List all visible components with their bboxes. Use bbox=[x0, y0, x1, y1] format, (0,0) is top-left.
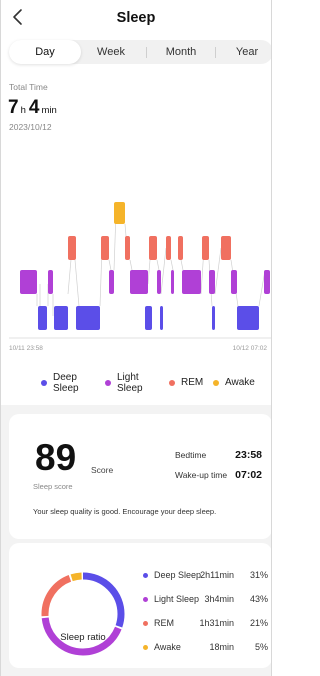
light-sleep-segment bbox=[48, 270, 53, 294]
sleep-screen: Sleep Day Week Month Year Total Time 7h4… bbox=[0, 0, 272, 676]
ratio-row-light-sleep: Light Sleep 3h4min 43% bbox=[143, 594, 268, 606]
ratio-percent: 43% bbox=[249, 594, 268, 604]
ratio-percent: 21% bbox=[249, 618, 268, 628]
wakeup-value: 07:02 bbox=[235, 469, 262, 481]
ratio-name: Deep Sleep bbox=[154, 570, 202, 580]
legend-rem: REM bbox=[169, 377, 203, 388]
awake-dot bbox=[143, 645, 148, 650]
stage-connectors bbox=[36, 211, 266, 316]
total-hours: 7 bbox=[8, 97, 19, 118]
sleep-score-caption: Sleep score bbox=[33, 482, 73, 491]
deep-sleep-segment bbox=[237, 306, 259, 330]
light-sleep-segment bbox=[157, 270, 161, 294]
sleep-quality-message: Your sleep quality is good. Encourage yo… bbox=[33, 507, 217, 516]
sleep-date: 2023/10/12 bbox=[9, 122, 52, 132]
connector-line bbox=[74, 259, 80, 307]
rem-segment bbox=[221, 236, 231, 260]
tab-day[interactable]: Day bbox=[9, 40, 81, 64]
light-sleep-segment bbox=[209, 270, 215, 294]
ratio-percent: 5% bbox=[254, 642, 268, 652]
total-time-value: 7 h 4 min bbox=[8, 97, 60, 119]
top-bar: Sleep bbox=[1, 0, 271, 36]
light-sleep-segment bbox=[231, 270, 237, 294]
deep-sleep-segment bbox=[38, 306, 47, 330]
timeline-end-label: 10/12 07:02 bbox=[232, 345, 267, 352]
ratio-name: Light Sleep bbox=[154, 594, 200, 604]
legend-label: Deep Sleep bbox=[53, 372, 79, 394]
rem-segment bbox=[178, 236, 183, 260]
legend-awake: Awake bbox=[213, 377, 255, 388]
rem-segment bbox=[125, 236, 130, 260]
ratio-row-awake: Awake 18min 5% bbox=[143, 642, 268, 654]
stage-legend: Deep Sleep Light Sleep REM Awake bbox=[1, 368, 271, 398]
connector-line bbox=[129, 259, 133, 271]
connector-line bbox=[160, 247, 167, 295]
total-time-label: Total Time bbox=[9, 82, 48, 92]
deep-sleep-segment bbox=[212, 306, 215, 330]
details-background: 89 Score Sleep score Bedtime 23:58 Wake-… bbox=[1, 405, 271, 676]
legend-light-sleep: Light Sleep bbox=[105, 372, 151, 394]
light-sleep-dot bbox=[143, 597, 148, 602]
sleep-score-card: 89 Score Sleep score Bedtime 23:58 Wake-… bbox=[9, 414, 271, 539]
ratio-row-deep-sleep: Deep Sleep 2h11min 31% bbox=[143, 570, 268, 582]
timeline-start-label: 10/11 23:58 bbox=[9, 345, 43, 352]
connector-line bbox=[170, 259, 174, 271]
ratio-duration: 1h31min bbox=[199, 618, 234, 628]
rem-segment bbox=[166, 236, 171, 260]
light-sleep-segment bbox=[20, 270, 37, 294]
hours-unit: h bbox=[20, 105, 26, 116]
sleep-score-value: 89 bbox=[35, 437, 77, 478]
deep-sleep-segment bbox=[76, 306, 100, 330]
page-title: Sleep bbox=[116, 10, 156, 26]
sleep-ratio-title: Sleep ratio bbox=[60, 632, 106, 643]
ratio-duration: 3h4min bbox=[204, 594, 234, 604]
rem-segment bbox=[202, 236, 209, 260]
deep-sleep-segment bbox=[145, 306, 152, 330]
light-sleep-segment bbox=[264, 270, 270, 294]
ratio-name: Awake bbox=[154, 642, 181, 652]
light-sleep-segment bbox=[171, 270, 174, 294]
score-unit-label: Score bbox=[91, 465, 114, 475]
tab-year[interactable]: Year bbox=[211, 40, 271, 64]
deep-sleep-dot bbox=[41, 380, 47, 386]
light-sleep-segment bbox=[109, 270, 114, 294]
ratio-name: REM bbox=[154, 618, 174, 628]
awake-segment bbox=[114, 202, 125, 224]
connector-line bbox=[108, 259, 112, 271]
minutes-unit: min bbox=[41, 105, 57, 116]
sleep-ratio-donut bbox=[41, 572, 125, 656]
light-sleep-dot bbox=[105, 380, 111, 386]
period-tabs: Day Week Month Year bbox=[9, 40, 271, 64]
ratio-duration: 18min bbox=[209, 642, 234, 652]
rem-segment bbox=[68, 236, 76, 260]
deep-sleep-segment bbox=[160, 306, 163, 330]
legend-label: Light Sleep bbox=[117, 372, 143, 394]
awake-dot bbox=[213, 379, 219, 386]
connector-line bbox=[156, 259, 160, 271]
connector-line bbox=[214, 247, 222, 295]
wakeup-label: Wake-up time bbox=[175, 470, 228, 480]
legend-deep-sleep: Deep Sleep bbox=[41, 372, 87, 394]
rem-dot bbox=[143, 621, 148, 626]
ratio-duration: 2h11min bbox=[200, 570, 234, 580]
legend-label: REM bbox=[181, 377, 204, 388]
bedtime-value: 23:58 bbox=[235, 449, 262, 461]
connector-line bbox=[180, 259, 184, 271]
tab-week[interactable]: Week bbox=[75, 40, 147, 64]
rem-dot bbox=[169, 379, 175, 386]
rem-segment bbox=[101, 236, 109, 260]
rem-segment bbox=[149, 236, 157, 260]
light-sleep-segment bbox=[130, 270, 148, 294]
bedtime-label: Bedtime bbox=[175, 450, 207, 460]
total-minutes: 4 bbox=[28, 97, 40, 118]
ratio-percent: 31% bbox=[249, 570, 268, 580]
deep-sleep-segment bbox=[54, 306, 68, 330]
sleep-stage-chart bbox=[9, 202, 271, 339]
ratio-row-rem: REM 1h31min 21% bbox=[143, 618, 268, 630]
legend-label: Awake bbox=[225, 377, 255, 388]
deep-sleep-dot bbox=[143, 573, 148, 578]
tab-month[interactable]: Month bbox=[145, 40, 217, 64]
sleep-ratio-card: Sleep ratio Deep Sleep 2h11min 31% Light… bbox=[9, 543, 271, 668]
light-sleep-segment bbox=[182, 270, 201, 294]
